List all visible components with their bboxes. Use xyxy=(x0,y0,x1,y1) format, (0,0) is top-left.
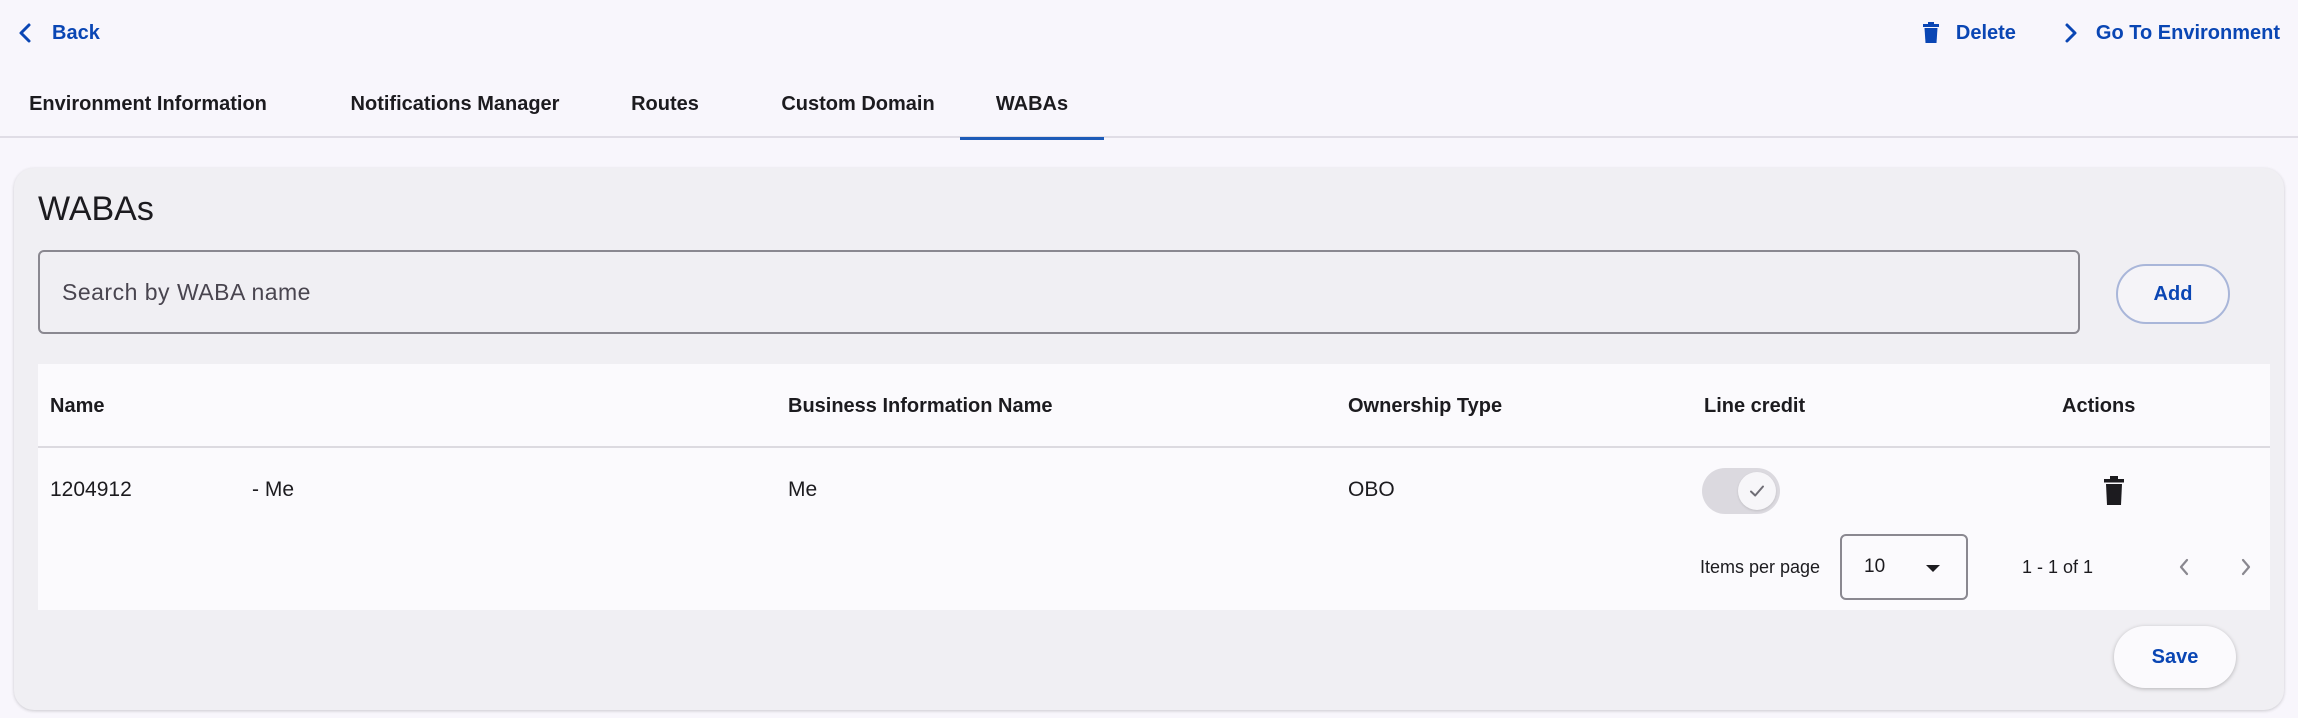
tab-notifications-manager[interactable]: Notifications Manager xyxy=(330,70,580,138)
chevron-left-icon xyxy=(19,23,31,43)
add-button[interactable]: Add xyxy=(2116,264,2230,324)
column-header-actions: Actions xyxy=(2062,394,2136,417)
column-header-ownership-type[interactable]: Ownership Type xyxy=(1348,364,1502,448)
tab-wabas[interactable]: WABAs xyxy=(960,70,1104,140)
tab-environment-information[interactable]: Environment Information xyxy=(18,70,278,138)
next-page-button[interactable] xyxy=(2226,547,2266,587)
chevron-right-icon xyxy=(2065,23,2077,43)
back-label: Back xyxy=(52,21,100,44)
trash-icon xyxy=(2104,476,2124,505)
table-header: Name Business Information Name Ownership… xyxy=(38,364,2270,448)
column-header-business-information-name[interactable]: Business Information Name xyxy=(788,364,1053,448)
cell-business-information-name: Me xyxy=(788,478,818,501)
table-row: 1204912 - Me Me OBO xyxy=(38,450,2270,530)
page-range-label: 1 - 1 of 1 xyxy=(2022,556,2094,577)
column-header-name[interactable]: Name xyxy=(50,364,104,448)
chevron-left-icon xyxy=(2179,558,2189,576)
search-field[interactable] xyxy=(38,250,2080,334)
top-actions: Delete Go To Environment xyxy=(1922,18,2280,48)
line-credit-toggle[interactable] xyxy=(1702,468,1780,514)
cell-name-suffix: - Me xyxy=(252,478,294,501)
previous-page-button[interactable] xyxy=(2164,547,2204,587)
items-per-page-select[interactable]: 10 xyxy=(1840,534,1968,600)
cell-ownership-type: OBO xyxy=(1348,478,1395,501)
card-title: WABAs xyxy=(38,190,154,228)
search-input[interactable] xyxy=(62,278,2078,306)
go-to-environment-button[interactable]: Go To Environment xyxy=(2062,22,2280,45)
tab-routes[interactable]: Routes xyxy=(618,70,712,138)
tab-bar: Environment Information Notifications Ma… xyxy=(0,70,2298,140)
column-header-line-credit[interactable]: Line credit xyxy=(1704,364,1805,448)
row-delete-button[interactable] xyxy=(2098,474,2130,508)
tab-custom-domain[interactable]: Custom Domain xyxy=(758,70,958,138)
delete-label: Delete xyxy=(1955,21,2016,44)
chevron-right-icon xyxy=(2241,558,2251,576)
items-per-page-value: 10 xyxy=(1864,556,1886,577)
trash-icon xyxy=(1922,22,1939,43)
cell-name-id: 1204912 xyxy=(50,478,132,501)
top-bar: Back Delete Go To Environment xyxy=(0,0,2298,66)
items-per-page-label: Items per page xyxy=(1700,556,1821,577)
save-button[interactable]: Save xyxy=(2114,626,2236,688)
delete-button[interactable]: Delete xyxy=(1922,22,2016,45)
paginator: Items per page 10 1 - 1 of 1 xyxy=(38,534,2270,600)
wabas-card: WABAs Add Name Business Information Name… xyxy=(14,168,2284,710)
back-button[interactable]: Back xyxy=(16,18,100,48)
check-icon xyxy=(1750,485,1764,497)
toggle-knob xyxy=(1738,472,1776,510)
caret-down-icon xyxy=(1926,565,1940,572)
go-to-environment-label: Go To Environment xyxy=(2095,21,2280,44)
wabas-table: Name Business Information Name Ownership… xyxy=(38,364,2270,610)
